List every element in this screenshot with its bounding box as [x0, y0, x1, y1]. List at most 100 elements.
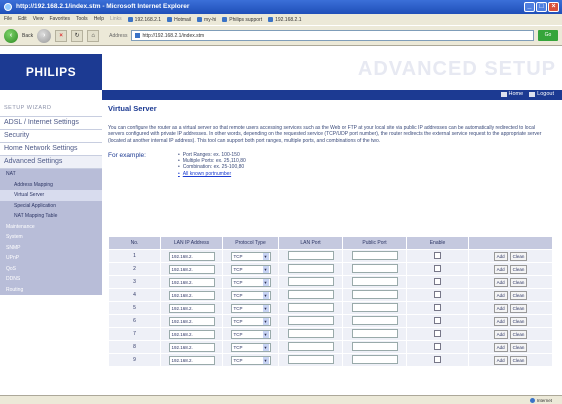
public-port-input[interactable]: [351, 354, 398, 364]
public-port-input[interactable]: [351, 276, 398, 286]
enable-checkbox[interactable]: [434, 355, 441, 363]
add-button[interactable]: Add: [493, 316, 508, 326]
sidebar-item-nat-mapping-table[interactable]: NAT Mapping Table: [0, 211, 102, 222]
sidebar-item-nat[interactable]: NAT: [0, 169, 102, 180]
enable-checkbox[interactable]: [434, 251, 441, 259]
minimize-button[interactable]: _: [524, 2, 535, 12]
sidebar-item-adsl[interactable]: ADSL / Internet Settings: [0, 117, 102, 130]
menu-help[interactable]: Help: [94, 16, 104, 23]
clean-button[interactable]: Clean: [509, 355, 528, 365]
lan-port-input[interactable]: [287, 354, 334, 364]
add-button[interactable]: Add: [493, 277, 508, 287]
enable-checkbox[interactable]: [434, 329, 441, 337]
stop-icon[interactable]: ×: [55, 29, 68, 42]
public-port-input[interactable]: [351, 302, 398, 312]
address-bar[interactable]: http://192.168.2.1/index.stm: [131, 30, 534, 41]
forward-button[interactable]: ›: [37, 28, 52, 43]
lan-port-input[interactable]: [287, 302, 334, 312]
known-ports-link[interactable]: All known portnumber: [178, 171, 246, 177]
maximize-button[interactable]: □: [536, 2, 547, 12]
sidebar-item-security[interactable]: Security: [0, 130, 102, 143]
add-button[interactable]: Add: [493, 329, 508, 339]
sidebar-item-special-application[interactable]: Special Application: [0, 201, 102, 212]
clean-button[interactable]: Clean: [509, 251, 528, 261]
lan-port-input[interactable]: [287, 250, 334, 260]
logout-link[interactable]: Logout: [529, 91, 554, 97]
clean-button[interactable]: Clean: [509, 264, 528, 274]
sidebar-item-advanced[interactable]: Advanced Settings: [0, 156, 102, 169]
enable-checkbox[interactable]: [434, 316, 441, 324]
add-button[interactable]: Add: [493, 303, 508, 313]
link-4[interactable]: Philips support: [222, 16, 262, 23]
sidebar-item-qos[interactable]: QoS: [0, 264, 102, 275]
link-1[interactable]: 192.168.2.1: [127, 16, 161, 23]
lan-port-input[interactable]: [287, 276, 334, 286]
public-port-input[interactable]: [351, 250, 398, 260]
link-5[interactable]: 192.168.2.1: [268, 16, 302, 23]
public-port-input[interactable]: [351, 315, 398, 325]
menu-edit[interactable]: Edit: [18, 16, 27, 23]
lan-ip-input[interactable]: 192.168.2.: [168, 277, 215, 287]
back-button[interactable]: ‹: [4, 28, 18, 43]
sidebar-item-snmp[interactable]: SNMP: [0, 243, 102, 254]
lan-ip-input[interactable]: 192.168.2.: [168, 251, 215, 261]
sidebar-item-maintenance[interactable]: Maintenance: [0, 222, 102, 233]
sidebar-item-routing[interactable]: Routing: [0, 285, 102, 296]
close-button[interactable]: ×: [548, 2, 559, 12]
add-button[interactable]: Add: [493, 251, 508, 261]
menu-tools[interactable]: Tools: [76, 16, 88, 23]
clean-button[interactable]: Clean: [509, 342, 528, 352]
home-link[interactable]: Home: [500, 91, 523, 97]
menu-file[interactable]: File: [4, 16, 12, 23]
protocol-select[interactable]: TCP ▼: [230, 303, 271, 313]
protocol-select[interactable]: TCP ▼: [230, 355, 271, 365]
sidebar-item-virtual-server[interactable]: Virtual Server: [0, 190, 102, 201]
lan-port-input[interactable]: [287, 315, 334, 325]
lan-ip-input[interactable]: 192.168.2.: [168, 329, 215, 339]
clean-button[interactable]: Clean: [509, 316, 528, 326]
sidebar-item-address-mapping[interactable]: Address Mapping: [0, 180, 102, 191]
lan-ip-input[interactable]: 192.168.2.: [168, 342, 215, 352]
clean-button[interactable]: Clean: [509, 290, 528, 300]
link-3[interactable]: my-hi: [197, 16, 216, 23]
protocol-select[interactable]: TCP ▼: [230, 264, 271, 274]
sidebar-item-upnp[interactable]: UPnP: [0, 253, 102, 264]
menu-favorites[interactable]: Favorites: [49, 16, 70, 23]
enable-checkbox[interactable]: [434, 342, 441, 350]
enable-checkbox[interactable]: [434, 277, 441, 285]
public-port-input[interactable]: [351, 289, 398, 299]
add-button[interactable]: Add: [493, 342, 508, 352]
lan-ip-input[interactable]: 192.168.2.: [168, 290, 215, 300]
enable-checkbox[interactable]: [434, 290, 441, 298]
lan-ip-input[interactable]: 192.168.2.: [168, 355, 215, 365]
lan-port-input[interactable]: [287, 263, 334, 273]
protocol-select[interactable]: TCP ▼: [230, 290, 271, 300]
menu-view[interactable]: View: [33, 16, 44, 23]
public-port-input[interactable]: [351, 328, 398, 338]
enable-checkbox[interactable]: [434, 264, 441, 272]
clean-button[interactable]: Clean: [509, 329, 528, 339]
protocol-select[interactable]: TCP ▼: [230, 329, 271, 339]
lan-port-input[interactable]: [287, 341, 334, 351]
clean-button[interactable]: Clean: [509, 277, 528, 287]
sidebar-setup-wizard[interactable]: SETUP WIZARD: [0, 100, 102, 117]
protocol-select[interactable]: TCP ▼: [230, 251, 271, 261]
enable-checkbox[interactable]: [434, 303, 441, 311]
link-2[interactable]: Hotmail: [167, 16, 191, 23]
lan-ip-input[interactable]: 192.168.2.: [168, 303, 215, 313]
protocol-select[interactable]: TCP ▼: [230, 277, 271, 287]
lan-port-input[interactable]: [287, 289, 334, 299]
sidebar-item-system[interactable]: System: [0, 232, 102, 243]
clean-button[interactable]: Clean: [509, 303, 528, 313]
add-button[interactable]: Add: [493, 264, 508, 274]
go-button[interactable]: Go: [538, 30, 558, 41]
lan-ip-input[interactable]: 192.168.2.: [168, 264, 215, 274]
lan-ip-input[interactable]: 192.168.2.: [168, 316, 215, 326]
protocol-select[interactable]: TCP ▼: [230, 316, 271, 326]
public-port-input[interactable]: [351, 341, 398, 351]
lan-port-input[interactable]: [287, 328, 334, 338]
add-button[interactable]: Add: [493, 290, 508, 300]
add-button[interactable]: Add: [493, 355, 508, 365]
refresh-icon[interactable]: ↻: [71, 29, 84, 42]
sidebar-item-ddns[interactable]: DDNS: [0, 274, 102, 285]
